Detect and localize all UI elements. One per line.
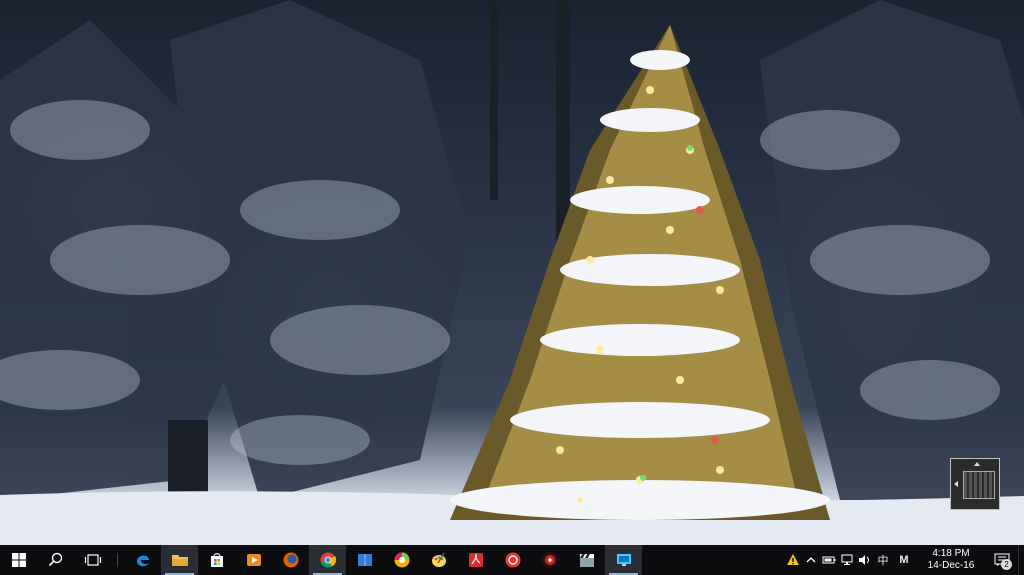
windows-logo-icon <box>11 553 26 567</box>
chevron-up-icon <box>806 557 816 563</box>
taskbar-app-store[interactable] <box>198 545 235 575</box>
taskbar-app-book[interactable] <box>346 545 383 575</box>
store-icon <box>210 553 223 567</box>
battery-icon <box>822 556 836 564</box>
taskbar-app-video-editor[interactable] <box>568 545 605 575</box>
warning-icon <box>787 554 799 565</box>
floating-keyboard-widget[interactable] <box>950 458 1000 510</box>
warning-tray-button[interactable] <box>785 545 801 575</box>
taskbar-app-acrobat[interactable] <box>457 545 494 575</box>
ime-indicator[interactable]: 中 <box>875 545 891 575</box>
taskbar-app-chrome[interactable] <box>309 545 346 575</box>
monitor-icon <box>616 554 631 566</box>
clock[interactable]: 4:18 PM 14-Dec-16 <box>920 548 982 572</box>
task-view-button[interactable] <box>74 545 111 575</box>
show-desktop-button[interactable] <box>1018 545 1024 575</box>
keyboard-icon <box>963 471 995 499</box>
taskbar-app-recorder[interactable] <box>531 545 568 575</box>
clock-time: 4:18 PM <box>932 548 970 559</box>
red-circle-app-icon <box>505 552 520 568</box>
clock-date: 14-Dec-16 <box>927 560 975 571</box>
record-icon <box>542 552 557 568</box>
start-button[interactable] <box>0 545 37 575</box>
action-center-button[interactable]: 2 <box>986 545 1018 575</box>
pdf-icon <box>468 553 483 567</box>
taskbar: 中 M 4:18 PM 14-Dec-16 2 <box>0 545 1024 575</box>
folder-icon <box>171 555 188 566</box>
taskbar-app-edge[interactable] <box>124 545 161 575</box>
taskbar-app-media-player[interactable] <box>235 545 272 575</box>
book-icon <box>357 554 372 566</box>
volume-tray-button[interactable] <box>857 545 873 575</box>
input-mode-indicator[interactable]: M <box>893 545 915 575</box>
wallpaper-image <box>0 0 1024 545</box>
taskbar-separator <box>117 553 118 567</box>
taskbar-app-firefox[interactable] <box>272 545 309 575</box>
color-wheel-icon <box>394 552 409 568</box>
desktop <box>0 0 1024 545</box>
system-tray: 中 M 4:18 PM 14-Dec-16 2 <box>784 545 1024 575</box>
ime-label: 中 <box>877 555 889 567</box>
network-icon <box>841 554 853 565</box>
input-mode-label: M <box>899 554 909 566</box>
search-button[interactable] <box>37 545 74 575</box>
task-view-icon <box>84 554 101 566</box>
taskbar-app-color[interactable] <box>383 545 420 575</box>
taskbar-app-paint[interactable] <box>420 545 457 575</box>
taskbar-app-red[interactable] <box>494 545 531 575</box>
volume-icon <box>859 555 869 565</box>
media-player-icon <box>246 554 261 566</box>
chrome-icon <box>320 552 336 568</box>
paint-palette-icon <box>431 552 446 567</box>
up-arrow-icon[interactable] <box>974 462 980 466</box>
edge-icon <box>136 555 149 567</box>
firefox-icon <box>283 552 298 568</box>
network-tray-button[interactable] <box>839 545 855 575</box>
notification-count-badge: 2 <box>1001 559 1012 570</box>
clapperboard-icon <box>579 554 594 567</box>
show-hidden-icons-button[interactable] <box>803 545 819 575</box>
left-arrow-icon[interactable] <box>954 481 958 487</box>
search-icon <box>48 552 62 567</box>
taskbar-app-remote[interactable] <box>605 545 642 575</box>
battery-tray-button[interactable] <box>821 545 837 575</box>
taskbar-app-file-explorer[interactable] <box>161 545 198 575</box>
